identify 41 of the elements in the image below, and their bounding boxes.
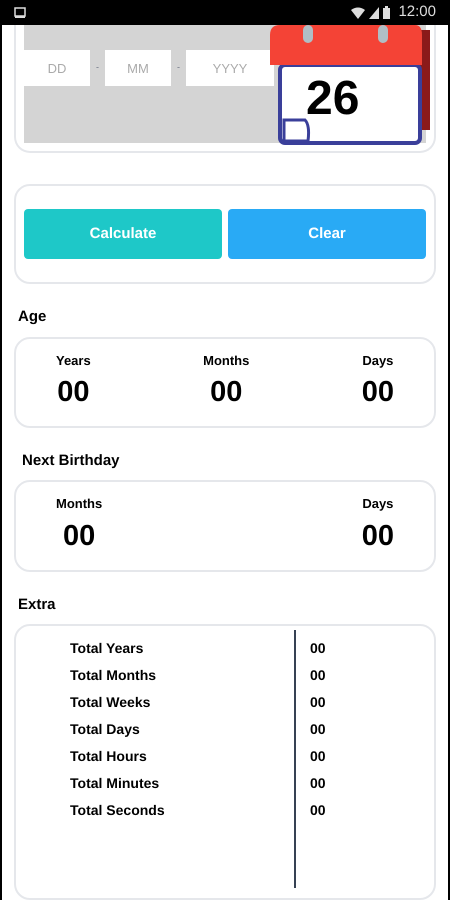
- extra-value: 00: [310, 693, 326, 712]
- result-value: 00: [62, 518, 96, 554]
- extra-value: 00: [310, 747, 326, 766]
- extra-value: 00: [310, 666, 326, 686]
- extra-value: 00: [310, 774, 326, 794]
- screen-icon: [14, 6, 26, 18]
- result-value: 00: [362, 518, 394, 554]
- date-field[interactable]: MM: [105, 50, 171, 86]
- result-label: Months: [56, 495, 102, 514]
- wifi-icon: [351, 6, 366, 18]
- extra-label: Total Months: [70, 666, 158, 686]
- battery-icon: [383, 6, 390, 19]
- extra-value: 00: [310, 639, 326, 658]
- extra-label: Total Years: [70, 639, 144, 658]
- date-field[interactable]: DD: [24, 50, 90, 86]
- result-value: 00: [362, 375, 394, 410]
- result-value: 00: [210, 375, 242, 410]
- section-title: Next Birthday: [22, 450, 121, 471]
- section-title: Extra: [18, 594, 57, 615]
- result-value: 00: [57, 375, 90, 410]
- result-label: Days: [362, 495, 394, 514]
- extra-label: Total Minutes: [70, 774, 160, 794]
- extra-label: Total Seconds: [70, 801, 166, 820]
- calendar-icon: [270, 25, 432, 145]
- extra-value: 00: [310, 801, 326, 820]
- calculate-button[interactable]: Calculate: [24, 209, 222, 259]
- extra-value: 00: [310, 720, 326, 740]
- calendar-date: 26: [306, 75, 360, 123]
- extra-label: Total Days: [70, 720, 141, 740]
- extra-label: Total Weeks: [70, 693, 152, 712]
- extra-label: Total Hours: [70, 747, 148, 766]
- signal-icon: [369, 6, 380, 18]
- date-field[interactable]: YYYY: [186, 50, 274, 86]
- status-time: 12:00: [398, 2, 436, 22]
- result-label: Days: [362, 352, 394, 370]
- date-separator: -: [177, 61, 180, 74]
- result-label: Months: [203, 352, 250, 370]
- clear-button[interactable]: Clear: [228, 209, 426, 259]
- date-separator: -: [96, 61, 99, 74]
- result-label: Years: [56, 352, 91, 370]
- section-title: Age: [18, 307, 48, 327]
